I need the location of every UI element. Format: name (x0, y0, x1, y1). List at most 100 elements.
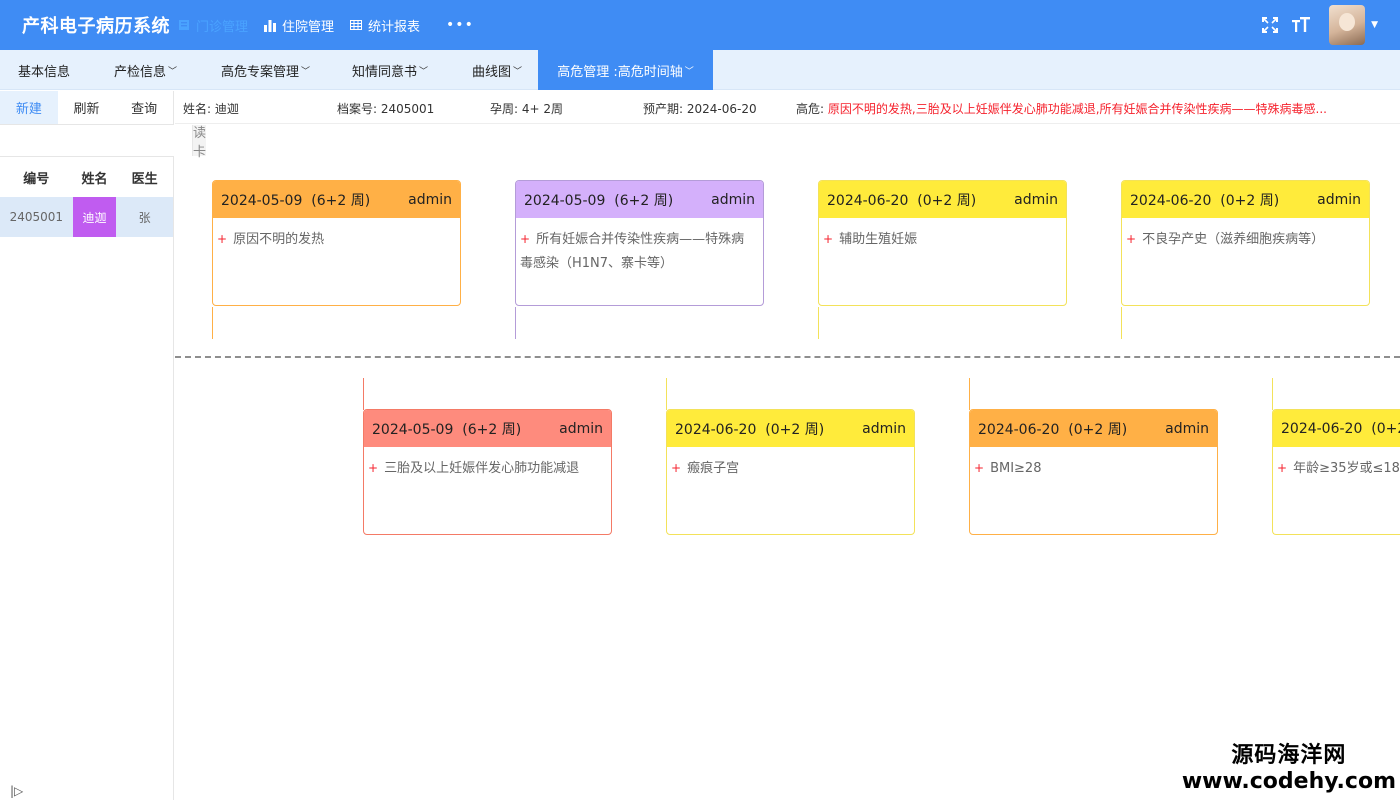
plus-icon: + (823, 232, 834, 246)
card-date-week: 2024-06-20 (0+2 (1281, 420, 1400, 437)
cell-name: 迪迦 (72, 197, 117, 237)
info-risk: 高危: 原因不明的发热,三胎及以上妊娠伴发心肺功能减退,所有妊娠合并传染性疾病—… (796, 100, 1327, 117)
info-name-label: 姓名: (183, 102, 212, 116)
info-file-value: 2405001 (380, 102, 435, 116)
tab-high-risk-case-label: 高危专案管理 (221, 64, 300, 80)
font-size-icon[interactable] (1291, 16, 1311, 34)
watermark-title: 源码海洋网 (1231, 743, 1347, 768)
topnav-clinic[interactable]: 门诊管理 (178, 16, 248, 35)
card-text: BMI≥28 (990, 461, 1042, 476)
tab-curve[interactable]: 曲线图 ﹀ (445, 50, 538, 90)
card-text: 瘢痕子宫 (687, 461, 740, 476)
plus-icon: + (974, 461, 985, 475)
info-name-value: 迪迦 (214, 102, 239, 116)
plus-icon: + (520, 232, 531, 246)
info-risk-value: 原因不明的发热,三胎及以上妊娠伴发心肺功能减退,所有妊娠合并传染性疾病——特殊病… (827, 102, 1327, 116)
tab-prenatal[interactable]: 产检信息 ﹀ (86, 50, 194, 90)
chevron-down-icon[interactable]: ▼ (1371, 20, 1378, 30)
timeline-card[interactable]: 2024-05-09 (6+2 周) admin + 所有妊娠合并传染性疾病——特… (515, 180, 764, 339)
card-body: + 原因不明的发热 (213, 218, 460, 252)
plus-icon: + (1277, 461, 1288, 475)
timeline-stem (1121, 307, 1122, 339)
card-header: 2024-05-09 (6+2 周) admin (213, 181, 460, 218)
card-header: 2024-05-09 (6+2 周) admin (516, 181, 763, 218)
secondary-nav: 基本信息 产检信息 ﹀ 高危专案管理 ﹀ 知情同意书 ﹀ 曲线图 ﹀ 高危管理 :高危时… (0, 50, 1400, 90)
cell-doctor: 张 (138, 210, 151, 225)
column-header-doctor: 医生 (131, 171, 158, 187)
card-user: admin (711, 191, 755, 208)
high-risk-timeline: 2024-05-09 (6+2 周) admin + 原因不明的发热 2024-0… (175, 125, 1400, 800)
topnav-reports[interactable]: 统计报表 (350, 16, 420, 35)
card-user: admin (862, 420, 906, 437)
more-menu-icon[interactable]: ••• (446, 17, 474, 33)
topnav-reports-label: 统计报表 (368, 19, 421, 35)
chevron-down-icon: ﹀ (419, 66, 429, 77)
card-text: 年龄≥35岁或≤18岁 (1293, 461, 1400, 476)
info-week-value: 4+ 2周 (521, 102, 564, 116)
info-edd: 预产期: 2024-06-20 (643, 100, 757, 117)
card-header: 2024-06-20 (0+2 周) admin (970, 410, 1217, 447)
tab-consent-label: 知情同意书 (352, 64, 418, 80)
card-text: 辅助生殖妊娠 (839, 232, 918, 247)
tab-high-risk-timeline-label: 高危管理 :高危时间轴 (557, 64, 683, 80)
table-header: 编号 姓名 医生 (0, 157, 173, 197)
watermark: 源码海洋网 www.codehy.com (1182, 737, 1396, 794)
timeline-card[interactable]: 2024-06-20 (0+2 周) admin + 不良孕产史（滋养细胞疾病等） (1121, 180, 1370, 339)
topnav-inpatient[interactable]: 住院管理 (264, 16, 334, 35)
topnav-inpatient-label: 住院管理 (282, 19, 335, 35)
card-body: + 年龄≥35岁或≤18岁 (1273, 447, 1400, 481)
plus-icon: + (368, 461, 379, 475)
plus-icon: + (217, 232, 228, 246)
expand-panel-icon[interactable]: |▷ (10, 784, 23, 798)
card-user: admin (1014, 191, 1058, 208)
card-header: 2024-06-20 (0+2 (1273, 410, 1400, 447)
card-body: + 不良孕产史（滋养细胞疾病等） (1122, 218, 1369, 252)
refresh-button[interactable]: 刷新 (58, 91, 116, 124)
card-user: admin (559, 420, 603, 437)
bar-chart-icon (264, 19, 277, 32)
avatar[interactable] (1329, 5, 1366, 45)
chevron-down-icon: ﹀ (168, 66, 178, 77)
tab-consent[interactable]: 知情同意书 ﹀ (325, 50, 445, 90)
card-date-week: 2024-06-20 (0+2 周) (675, 421, 825, 438)
tab-curve-label: 曲线图 (472, 64, 512, 80)
card-header: 2024-06-20 (0+2 周) admin (667, 410, 914, 447)
table-row[interactable]: 2405001 迪迦 张 (0, 197, 173, 237)
fullscreen-icon[interactable] (1261, 16, 1279, 34)
patient-actions: 新建 刷新 查询 (0, 91, 173, 124)
card-text: 原因不明的发热 (233, 232, 325, 247)
timeline-card[interactable]: 2024-05-09 (6+2 周) admin + 三胎及以上妊娠伴发心肺功能减… (363, 378, 612, 535)
search-input[interactable] (0, 125, 192, 156)
new-button[interactable]: 新建 (0, 91, 58, 124)
card-date-week: 2024-05-09 (6+2 周) (221, 192, 371, 209)
card-date-week: 2024-06-20 (0+2 周) (1130, 192, 1280, 209)
search-bar: 读卡 (0, 124, 207, 160)
timeline-card[interactable]: 2024-06-20 (0+2 + 年龄≥35岁或≤18岁 (1272, 378, 1400, 535)
tab-high-risk-timeline[interactable]: 高危管理 :高危时间轴 ﹀ (538, 50, 713, 90)
table-icon (350, 19, 363, 31)
timeline-card[interactable]: 2024-06-20 (0+2 周) admin + 瘢痕子宫 (666, 378, 915, 535)
tab-high-risk-case[interactable]: 高危专案管理 ﹀ (194, 50, 325, 90)
tab-basic-info-label: 基本信息 (18, 64, 71, 80)
cell-id: 2405001 (9, 210, 64, 224)
card-header: 2024-06-20 (0+2 周) admin (1122, 181, 1369, 218)
column-header-name: 姓名 (81, 171, 108, 187)
timeline-card[interactable]: 2024-06-20 (0+2 周) admin + 辅助生殖妊娠 (818, 180, 1067, 339)
chevron-down-icon: ﹀ (684, 66, 694, 77)
topnav-clinic-label: 门诊管理 (196, 19, 249, 35)
top-bar: 产科电子病历系统 门诊管理 住院管理 统计报表 ••• ▼ (0, 0, 1400, 50)
timeline-card[interactable]: 2024-05-09 (6+2 周) admin + 原因不明的发热 (212, 180, 461, 339)
card-body: + 瘢痕子宫 (667, 447, 914, 481)
tab-basic-info[interactable]: 基本信息 (0, 50, 86, 90)
query-button[interactable]: 查询 (115, 91, 173, 124)
card-user: admin (1165, 420, 1209, 437)
timeline-stem (212, 307, 213, 339)
top-right-tools: ▼ (1249, 0, 1378, 50)
card-body: + 辅助生殖妊娠 (819, 218, 1066, 252)
timeline-card[interactable]: 2024-06-20 (0+2 周) admin + BMI≥28 (969, 378, 1218, 535)
card-date-week: 2024-05-09 (6+2 周) (524, 192, 674, 209)
tab-prenatal-label: 产检信息 (114, 64, 167, 80)
card-body: + 三胎及以上妊娠伴发心肺功能减退 (364, 447, 611, 481)
info-week: 孕周: 4+ 2周 (490, 100, 563, 117)
info-edd-label: 预产期: (643, 102, 684, 116)
